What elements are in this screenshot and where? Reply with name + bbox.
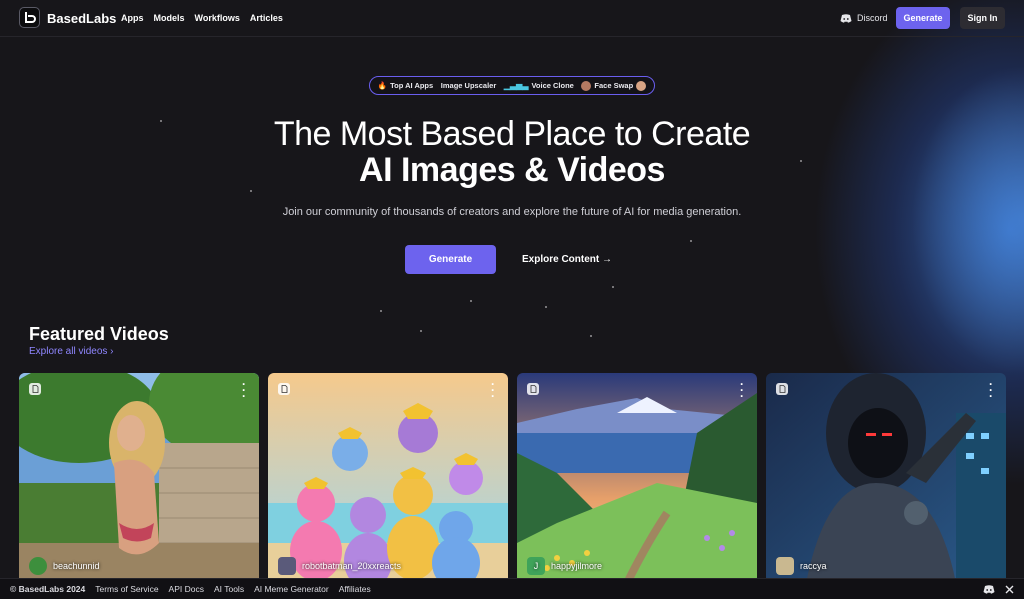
username: raccya [800,561,827,571]
user-avatar [278,557,296,575]
main-nav: Apps Models Workflows Articles [121,13,283,23]
footer-link-meme-generator[interactable]: AI Meme Generator [254,584,329,594]
more-options-icon[interactable]: · · · [241,378,247,402]
nav-apps[interactable]: Apps [121,13,144,23]
user-avatar: J [527,557,545,575]
top-ai-apps-label: Top AI Apps [390,81,434,90]
user-avatar [29,557,47,575]
sign-in-button[interactable]: Sign In [960,7,1005,29]
copyright: © BasedLabs 2024 [10,584,86,594]
featured-apps-pill: 🔥 Top AI Apps Image Upscaler ▁▃▅▃ Voice … [369,76,655,95]
card-user[interactable]: J happyjilmore [527,557,602,575]
user-avatar [776,557,794,575]
header-generate-button[interactable]: Generate [896,7,950,29]
video-card[interactable]: · · · robotbatman_20xxreacts [268,373,508,583]
face-avatar-icon [581,80,592,91]
video-file-icon [776,383,788,395]
hero-subtitle: Join our community of thousands of creat… [282,206,742,218]
video-file-icon [278,383,290,395]
hero-generate-button[interactable]: Generate [405,245,496,274]
footer-link-ai-tools[interactable]: AI Tools [214,584,244,594]
video-file-icon [29,383,41,395]
video-thumbnail [517,373,757,583]
brand-name[interactable]: BasedLabs [47,11,116,26]
top-ai-apps-chip[interactable]: 🔥 Top AI Apps [378,81,433,90]
hero-title-line-1: The Most Based Place to Create [273,115,751,153]
card-user[interactable]: raccya [776,557,827,575]
username: beachunnid [53,561,100,571]
discord-icon [840,13,852,23]
more-options-icon[interactable]: · · · [988,378,994,402]
video-file-icon [527,383,539,395]
face-swap-label: Face Swap [594,81,634,90]
nav-models[interactable]: Models [154,13,185,23]
video-card[interactable]: · · · raccya [766,373,1006,583]
image-upscaler-label: Image Upscaler [440,81,497,90]
card-user[interactable]: robotbatman_20xxreacts [278,557,401,575]
hero-title-line-2: AI Images & Videos [359,151,665,189]
discord-label: Discord [857,13,888,23]
video-thumbnail [268,373,508,583]
nav-articles[interactable]: Articles [250,13,283,23]
card-user[interactable]: beachunnid [29,557,100,575]
username: happyjilmore [551,561,603,571]
video-card[interactable]: · · · beachunnid [19,373,259,583]
featured-videos-heading: Featured Videos [29,324,169,344]
username: robotbatman_20xxreacts [302,561,402,571]
image-upscaler-chip[interactable]: Image Upscaler [441,81,496,90]
more-options-icon[interactable]: · · · [739,378,745,402]
video-thumbnail [19,373,259,583]
face-swap-chip[interactable]: Face Swap [581,80,647,91]
explore-all-videos-link[interactable]: Explore all videos › [29,346,113,357]
footer-bar: © BasedLabs 2024 Terms of Service API Do… [0,578,1024,599]
footer-link-affiliates[interactable]: Affiliates [339,584,371,594]
x-twitter-icon[interactable] [1005,585,1014,594]
video-thumbnail [766,373,1006,583]
video-card[interactable]: · · · J happyjilmore [517,373,757,583]
footer-link-terms[interactable]: Terms of Service [95,584,158,594]
discord-icon[interactable] [983,584,995,594]
fire-icon: 🔥 [377,81,388,90]
waveform-icon: ▁▃▅▃ [503,81,529,90]
face-avatar-icon [636,80,647,91]
more-options-icon[interactable]: · · · [490,378,496,402]
voice-clone-chip[interactable]: ▁▃▅▃ Voice Clone [504,81,574,90]
basedlabs-logo-icon[interactable] [19,7,40,28]
top-nav-bar: BasedLabs Apps Models Workflows Articles… [0,0,1024,37]
explore-content-link[interactable]: Explore Content → [522,254,612,265]
discord-link[interactable]: Discord [840,13,888,23]
nav-workflows[interactable]: Workflows [195,13,240,23]
voice-clone-label: Voice Clone [531,81,574,90]
footer-link-api-docs[interactable]: API Docs [169,584,204,594]
